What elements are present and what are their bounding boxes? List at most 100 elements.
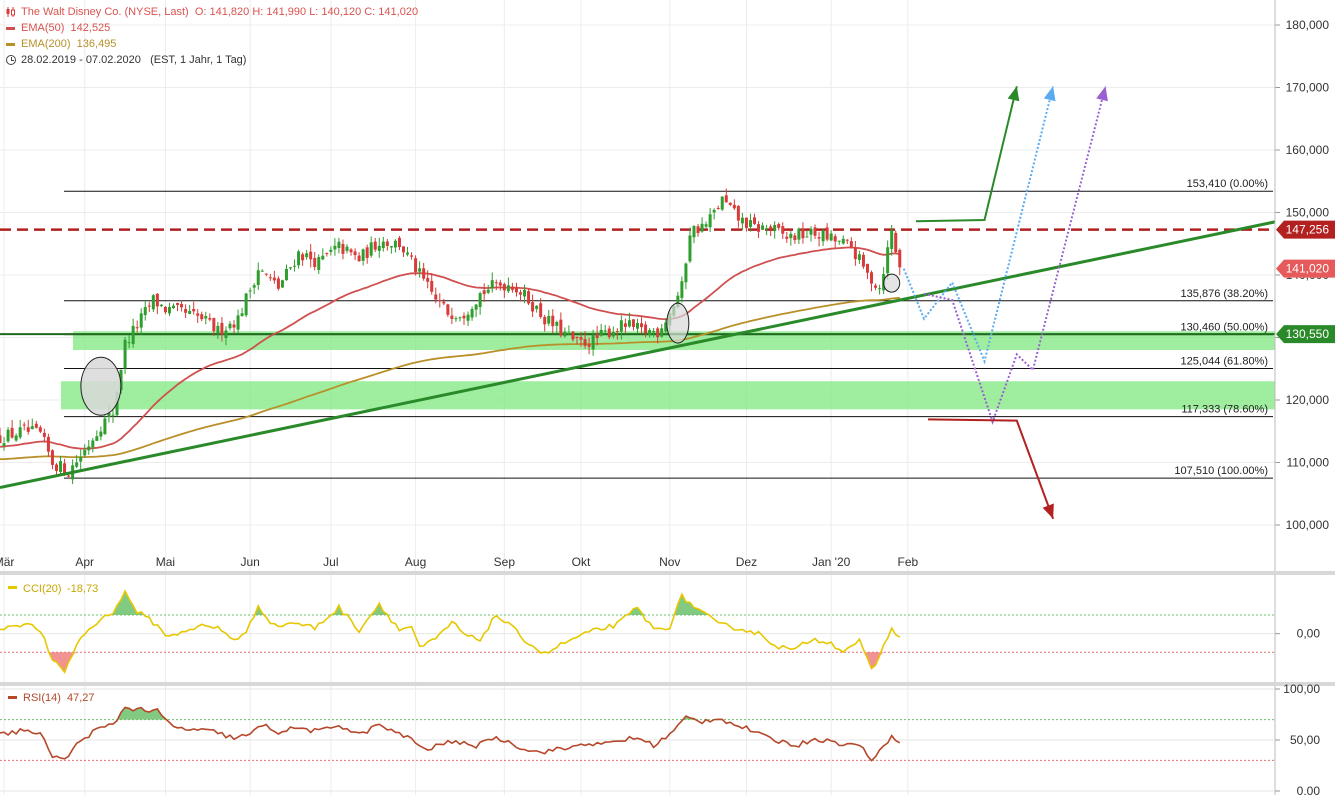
candle-body <box>51 450 54 465</box>
fib-level-label: 107,510 (100.00%) <box>1174 465 1268 477</box>
candle-body <box>410 255 413 256</box>
candle-body <box>156 294 159 307</box>
rsi-tick-label: 100,00 <box>1283 682 1320 696</box>
candle-body <box>245 294 248 316</box>
candle-body <box>434 294 437 299</box>
legend-ohlc: O: 141,820 H: 141,990 L: 140,120 C: 141,… <box>195 6 418 18</box>
trendline <box>0 222 1275 488</box>
rsi-legend-value: 47,27 <box>67 692 95 704</box>
candle-body <box>624 323 627 327</box>
candle-body <box>438 300 441 301</box>
candle-body <box>394 241 397 248</box>
ema200-line <box>0 298 900 459</box>
candle-body <box>463 316 466 318</box>
candle-body <box>75 462 78 466</box>
candle-body <box>59 461 62 472</box>
price-tag-label: 130,550 <box>1286 327 1330 341</box>
candle-body <box>684 264 687 283</box>
candle-body <box>168 307 171 313</box>
candle-body <box>503 284 506 290</box>
candle-body <box>370 242 373 255</box>
cci-overbought-fill <box>109 591 710 615</box>
candle-body <box>777 224 780 228</box>
candle-body <box>414 258 417 272</box>
rsi-legend-label: RSI(14) <box>23 692 61 704</box>
candle-body <box>656 328 659 337</box>
candle-body <box>128 342 131 343</box>
candle-body <box>753 217 756 224</box>
candle-body <box>418 268 421 271</box>
scenario-path <box>928 419 1053 518</box>
candle-body <box>471 309 474 317</box>
candle-body <box>454 318 457 319</box>
candle-body <box>337 242 340 248</box>
scenario-arrowhead <box>1044 86 1056 101</box>
candle-body <box>475 305 478 310</box>
candle-body <box>846 240 849 241</box>
candle-body <box>354 251 357 255</box>
fib-level-label: 125,044 (61.80%) <box>1181 355 1268 367</box>
candle-body <box>785 237 788 239</box>
legend-ema200-value: 136,495 <box>77 38 117 50</box>
candle-body <box>487 290 490 293</box>
candle-body <box>721 197 724 210</box>
x-tick-label: Aug <box>405 555 426 569</box>
candle-body <box>386 241 389 245</box>
x-tick-label: Apr <box>75 555 94 569</box>
candle-body <box>341 244 344 254</box>
candle-body <box>745 218 748 228</box>
candle-body <box>442 302 445 304</box>
candle-body <box>467 315 470 321</box>
candle-body <box>430 281 433 292</box>
candle-body <box>563 332 566 337</box>
candle-body <box>551 316 554 327</box>
candle-body <box>483 290 486 294</box>
candle-body <box>406 252 409 254</box>
candlestick-icon <box>6 7 16 17</box>
candle-body <box>596 334 599 339</box>
candle-body <box>132 326 135 344</box>
candle-body <box>567 333 570 334</box>
candle-body <box>870 272 873 283</box>
scenario-path <box>916 86 1017 221</box>
x-tick-label: Nov <box>659 555 680 569</box>
candle-body <box>547 316 550 324</box>
candle-body <box>180 304 183 307</box>
candle-body <box>858 254 861 260</box>
candle-body <box>491 280 494 288</box>
legend-date-range: 28.02.2019 - 07.02.2020 <box>21 54 141 66</box>
clock-icon <box>6 55 16 65</box>
candle-body <box>765 228 768 229</box>
candle-body <box>325 253 328 254</box>
candle-body <box>717 208 720 209</box>
candle-body <box>632 319 635 327</box>
fib-level-label: 153,410 (0.00%) <box>1187 178 1268 190</box>
candle-body <box>741 218 744 224</box>
candle-body <box>140 313 143 327</box>
candle-body <box>523 290 526 297</box>
candle-body <box>636 323 639 329</box>
candle-body <box>362 249 365 260</box>
candle-body <box>0 435 2 443</box>
candle-body <box>301 254 304 260</box>
candle-body <box>233 325 236 328</box>
candle-body <box>874 285 877 287</box>
candle-body <box>31 426 34 429</box>
candle-body <box>446 304 449 314</box>
candle-body <box>39 427 42 431</box>
candle-body <box>575 337 578 338</box>
cci-swatch <box>8 586 17 589</box>
candle-body <box>289 267 292 268</box>
candle-body <box>358 256 361 262</box>
candle-body <box>838 241 841 242</box>
legend-title: The Walt Disney Co. (NYSE, Last) <box>21 6 189 18</box>
rsi-tick-label: 50,00 <box>1290 733 1320 747</box>
candle-body <box>733 205 736 208</box>
y-tick-label: 100,000 <box>1286 518 1330 532</box>
candle-body <box>55 464 58 470</box>
scenario-path <box>904 86 1053 361</box>
price-tag-label: 147,256 <box>1286 223 1330 237</box>
candle-body <box>571 332 574 340</box>
candle-body <box>67 475 70 476</box>
candle-body <box>644 325 647 334</box>
